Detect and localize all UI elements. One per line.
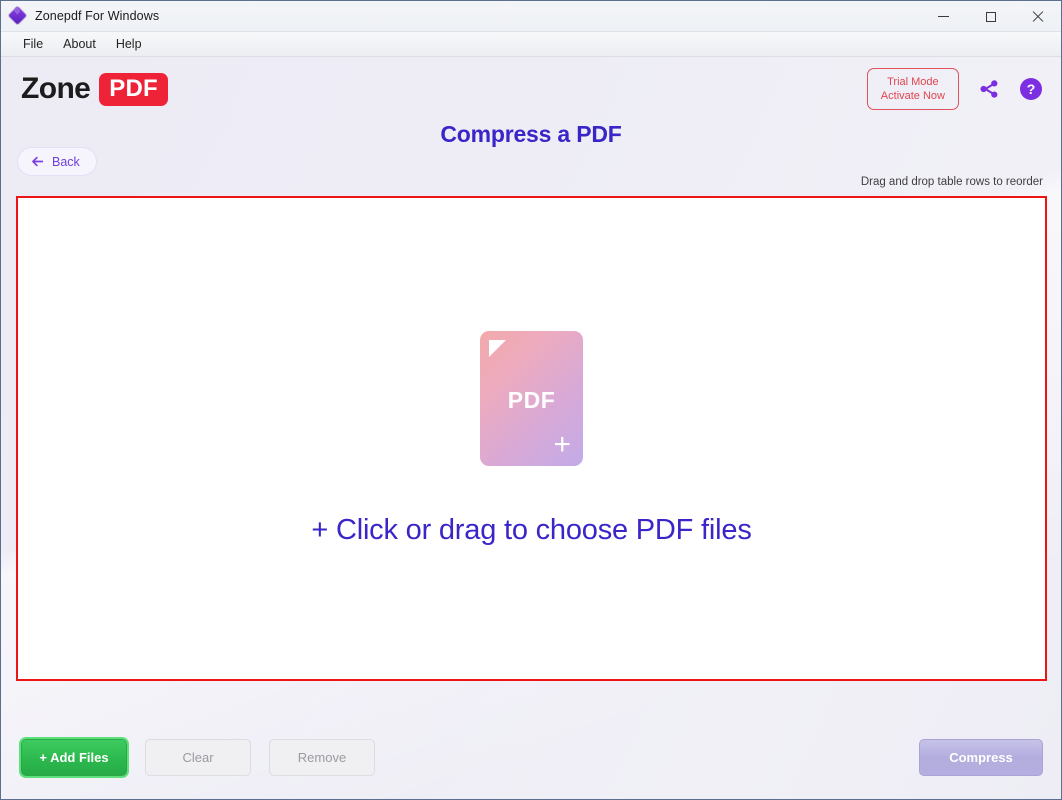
help-circle-icon[interactable]: ? xyxy=(1019,77,1043,101)
window-title: Zonepdf For Windows xyxy=(35,9,160,23)
close-button[interactable] xyxy=(1014,1,1061,32)
app-window: Zonepdf For Windows File About Help Zone… xyxy=(0,0,1062,800)
menu-item-about[interactable]: About xyxy=(53,35,106,53)
page-title: Compress a PDF xyxy=(440,121,622,147)
trial-mode-line1: Trial Mode xyxy=(887,76,939,88)
file-dropzone[interactable]: PDF + + Click or drag to choose PDF file… xyxy=(16,196,1047,681)
maximize-icon xyxy=(985,11,996,22)
brand-logo: Zone PDF xyxy=(21,72,168,106)
app-body: Zone PDF Trial Mode Activate Now ? Compr… xyxy=(1,57,1061,799)
title-bar[interactable]: Zonepdf For Windows xyxy=(1,1,1061,32)
app-logo-icon xyxy=(8,5,27,25)
brand-wordmark: Zone xyxy=(21,72,91,105)
clear-button[interactable]: Clear xyxy=(145,738,251,776)
add-files-button[interactable]: + Add Files xyxy=(21,738,127,776)
menu-bar: File About Help xyxy=(1,32,1061,57)
close-icon xyxy=(1032,11,1044,23)
compress-button[interactable]: Compress xyxy=(919,738,1043,776)
share-icon[interactable] xyxy=(977,77,1001,101)
trial-mode-button[interactable]: Trial Mode Activate Now xyxy=(866,68,959,110)
back-button-label: Back xyxy=(52,154,80,169)
pdf-icon-label: PDF xyxy=(507,386,556,413)
dropzone-prompt: + Click or drag to choose PDF files xyxy=(311,513,752,546)
back-button[interactable]: Back xyxy=(17,147,97,176)
minimize-icon xyxy=(938,16,949,17)
page-fold-icon xyxy=(489,339,506,357)
trial-mode-line2: Activate Now xyxy=(880,90,945,102)
action-bar: + Add Files Clear Remove Compress xyxy=(1,715,1061,799)
minimize-button[interactable] xyxy=(920,1,967,32)
svg-text:?: ? xyxy=(1027,81,1036,97)
plus-icon: + xyxy=(553,427,571,461)
reorder-hint: Drag and drop table rows to reorder xyxy=(860,176,1043,188)
page-title-row: Compress a PDF Back xyxy=(1,121,1061,176)
remove-button[interactable]: Remove xyxy=(269,738,375,776)
arrow-left-icon xyxy=(32,156,44,167)
app-header: Zone PDF Trial Mode Activate Now ? xyxy=(1,57,1061,121)
maximize-button[interactable] xyxy=(967,1,1014,32)
menu-item-file[interactable]: File xyxy=(13,35,53,53)
pdf-file-icon: PDF + xyxy=(480,330,583,466)
header-actions: Trial Mode Activate Now ? xyxy=(866,68,1043,110)
brand-pdf-badge: PDF xyxy=(99,72,168,106)
menu-item-help[interactable]: Help xyxy=(106,35,152,53)
window-controls xyxy=(920,1,1061,32)
